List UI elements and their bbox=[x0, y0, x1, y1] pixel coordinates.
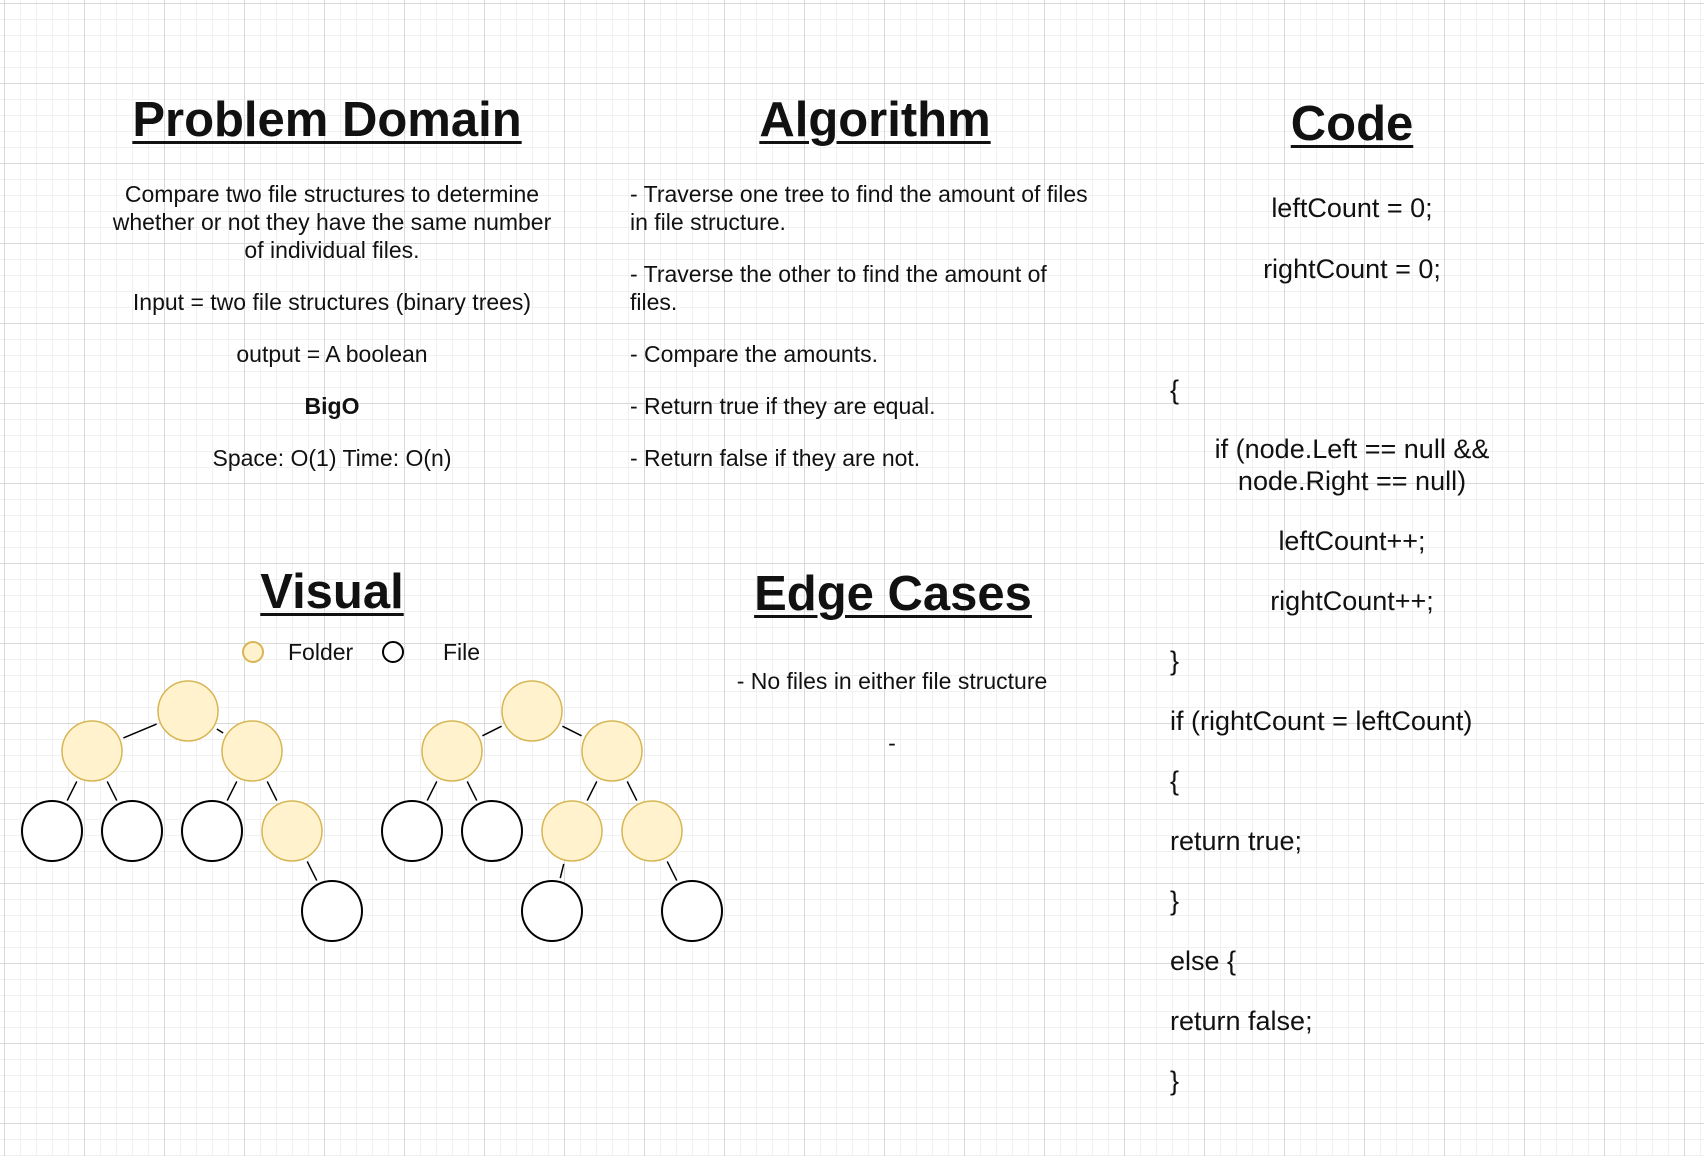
tree-left-folder-node bbox=[221, 720, 283, 782]
tree-left-folder-node bbox=[157, 680, 219, 742]
tree-right-file-node bbox=[381, 800, 443, 862]
tree-left-edge bbox=[306, 861, 318, 881]
tree-left-edge bbox=[106, 781, 118, 801]
tree-right-edge bbox=[426, 781, 438, 801]
legend-folder-icon bbox=[242, 641, 264, 663]
tree-right-edge bbox=[666, 861, 678, 881]
tree-right-folder-node bbox=[501, 680, 563, 742]
tree-diagrams bbox=[21, 641, 723, 942]
tree-left-folder-node bbox=[261, 800, 323, 862]
tree-left-edge bbox=[216, 728, 224, 734]
tree-left-edge bbox=[226, 781, 238, 801]
tree-left-folder-node bbox=[61, 720, 123, 782]
tree-right-edge bbox=[482, 725, 502, 737]
tree-right-file-node bbox=[461, 800, 523, 862]
tree-right-edge bbox=[466, 781, 478, 801]
tree-right-folder-node bbox=[581, 720, 643, 782]
diagram-canvas: { "problem_domain": { "title": "Problem … bbox=[0, 0, 1704, 1156]
legend-file-icon bbox=[382, 641, 404, 663]
tree-left-file-node bbox=[181, 800, 243, 862]
tree-right-folder-node bbox=[421, 720, 483, 782]
tree-right-edge bbox=[626, 781, 638, 801]
tree-right-edge bbox=[586, 781, 598, 801]
tree-right-folder-node bbox=[541, 800, 603, 862]
tree-left-edge bbox=[266, 781, 278, 801]
tree-right-edge bbox=[562, 725, 582, 737]
tree-left-file-node bbox=[21, 800, 83, 862]
tree-right-folder-node bbox=[621, 800, 683, 862]
tree-left-file-node bbox=[301, 880, 363, 942]
tree-right-file-node bbox=[521, 880, 583, 942]
tree-left-edge bbox=[66, 781, 78, 801]
tree-left-edge bbox=[123, 723, 157, 739]
tree-right-edge bbox=[559, 863, 565, 879]
tree-right-file-node bbox=[661, 880, 723, 942]
tree-left-file-node bbox=[101, 800, 163, 862]
